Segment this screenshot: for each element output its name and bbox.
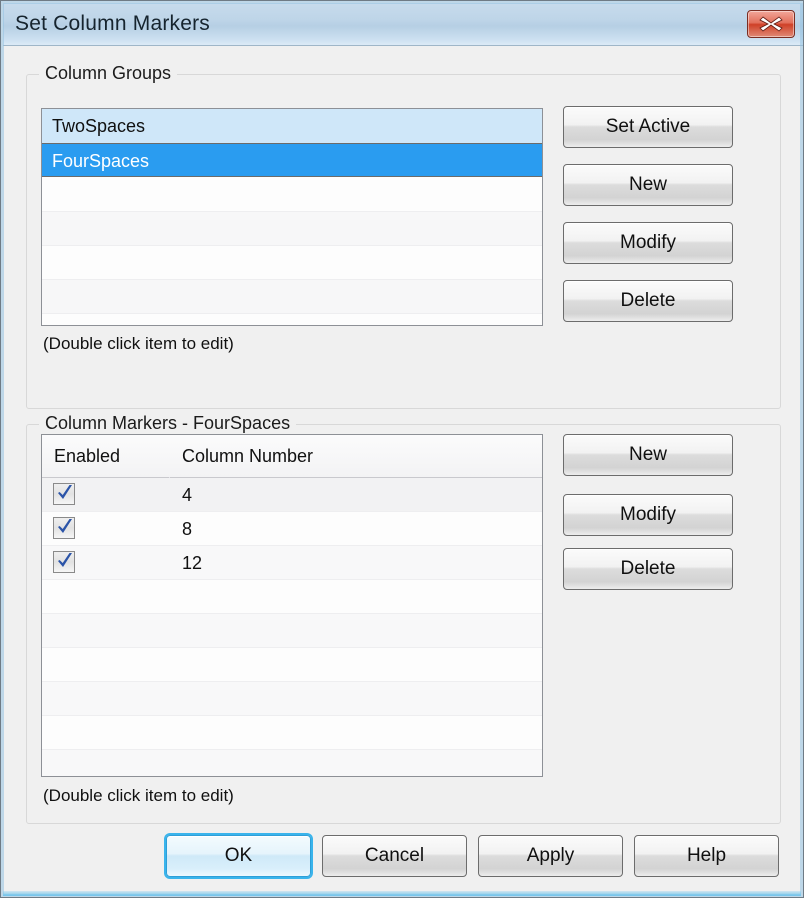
enabled-checkbox[interactable] <box>53 551 75 573</box>
table-row-empty[interactable] <box>42 648 542 682</box>
table-row-empty[interactable] <box>42 580 542 614</box>
markers-delete-button[interactable]: Delete <box>563 548 733 590</box>
table-row[interactable]: 8 <box>42 512 542 546</box>
list-item-empty[interactable] <box>42 211 542 245</box>
dialog-window: Set Column Markers Column Groups TwoSpac… <box>0 0 804 898</box>
groups-new-button-label: New <box>628 174 667 195</box>
column-groups-list[interactable]: TwoSpaces FourSpaces <box>41 108 543 326</box>
apply-button-label: Apply <box>526 845 575 866</box>
list-item-empty[interactable] <box>42 279 542 313</box>
help-button-label: Help <box>686 845 727 866</box>
checkmark-icon <box>58 519 72 533</box>
column-markers-legend: Column Markers - FourSpaces <box>39 413 297 434</box>
column-groups-hint: (Double click item to edit) <box>43 334 234 353</box>
column-markers-table[interactable]: Enabled Column Number 4 8 12 <box>41 434 543 777</box>
markers-modify-button[interactable]: Modify <box>563 494 733 536</box>
ok-button[interactable]: OK <box>166 835 311 877</box>
set-active-button-label: Set Active <box>605 116 691 137</box>
list-item[interactable]: FourSpaces <box>42 143 542 177</box>
column-groups-legend: Column Groups <box>39 63 178 84</box>
table-row[interactable]: 4 <box>42 478 542 512</box>
list-item[interactable]: TwoSpaces <box>42 109 542 143</box>
list-item-empty[interactable] <box>42 313 542 325</box>
groups-delete-button[interactable]: Delete <box>563 280 733 322</box>
header-enabled: Enabled <box>54 446 121 466</box>
groups-modify-button-label: Modify <box>620 232 676 253</box>
table-row-empty[interactable] <box>42 682 542 716</box>
checkmark-icon <box>58 553 72 567</box>
cancel-button[interactable]: Cancel <box>322 835 467 877</box>
markers-new-button-label: New <box>628 444 667 465</box>
header-column-number: Column Number <box>182 446 314 466</box>
column-number-value: 8 <box>182 519 193 539</box>
list-item-empty[interactable] <box>42 245 542 279</box>
table-row[interactable]: 12 <box>42 546 542 580</box>
column-number-value: 12 <box>182 553 203 573</box>
table-row-empty[interactable] <box>42 750 542 776</box>
markers-delete-button-label: Delete <box>620 558 676 579</box>
apply-button[interactable]: Apply <box>478 835 623 877</box>
title-bar: Set Column Markers <box>3 3 803 46</box>
ok-button-label: OK <box>224 845 253 866</box>
table-row-empty[interactable] <box>42 716 542 750</box>
list-item-empty[interactable] <box>42 177 542 211</box>
set-active-button[interactable]: Set Active <box>563 106 733 148</box>
checkmark-icon <box>58 485 72 499</box>
groups-new-button[interactable]: New <box>563 164 733 206</box>
cancel-button-label: Cancel <box>364 845 425 866</box>
table-header-row: Enabled Column Number <box>42 435 542 478</box>
enabled-checkbox[interactable] <box>53 517 75 539</box>
groups-delete-button-label: Delete <box>620 290 676 311</box>
table-row-empty[interactable] <box>42 614 542 648</box>
column-number-value: 4 <box>182 485 193 505</box>
column-markers-hint: (Double click item to edit) <box>43 786 234 805</box>
dialog-content: Column Groups TwoSpaces FourSpaces (Doub… <box>3 46 803 897</box>
markers-new-button[interactable]: New <box>563 434 733 476</box>
help-button[interactable]: Help <box>634 835 779 877</box>
markers-modify-button-label: Modify <box>620 504 676 525</box>
close-icon[interactable] <box>747 10 795 38</box>
window-title: Set Column Markers <box>15 12 210 35</box>
enabled-checkbox[interactable] <box>53 483 75 505</box>
groups-modify-button[interactable]: Modify <box>563 222 733 264</box>
close-x-glyph <box>759 16 783 32</box>
